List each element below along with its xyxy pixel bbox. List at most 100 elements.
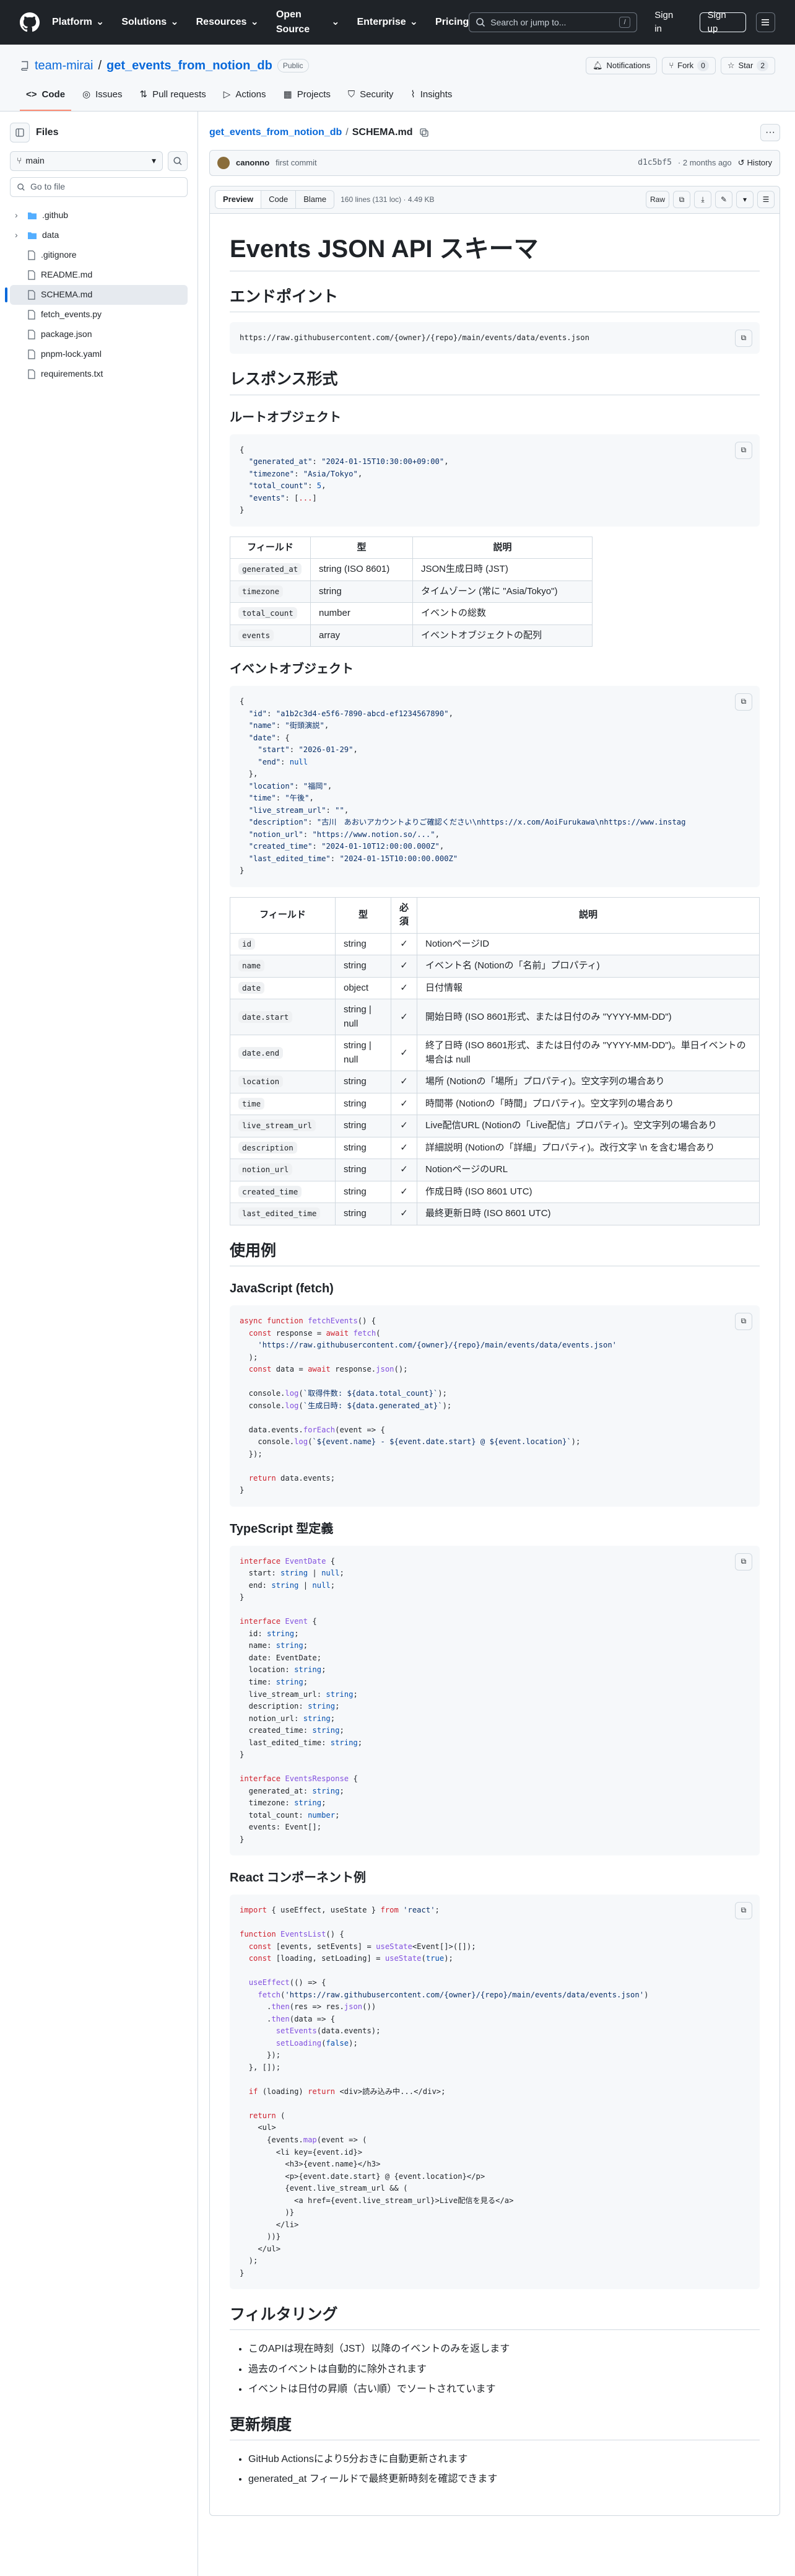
- tab-code[interactable]: <> Code: [20, 83, 72, 111]
- commit-hash[interactable]: d1c5bf5: [638, 157, 672, 169]
- field-required: ✓: [390, 1071, 418, 1093]
- nav-solutions[interactable]: Solutions ⌄: [121, 7, 178, 37]
- field-desc: 詳細説明 (Notionの「詳細」プロパティ)。改行文字 \n を含む場合あり: [417, 1136, 760, 1160]
- copy-icon[interactable]: ⧉: [735, 1902, 752, 1920]
- outline-list-icon[interactable]: ☰: [757, 191, 775, 208]
- table-row: events array イベントオブジェクトの配列: [230, 624, 593, 647]
- copy-icon[interactable]: ⧉: [735, 1553, 752, 1571]
- tab-security[interactable]: ⛉ Security: [342, 83, 399, 111]
- tab-actions[interactable]: ▷ Actions: [217, 83, 272, 111]
- tree-item-gitignore[interactable]: .gitignore: [10, 245, 188, 265]
- tab-issues[interactable]: ◎ Issues: [76, 83, 128, 111]
- commit-message[interactable]: first commit: [276, 157, 316, 169]
- history-button[interactable]: ↺ History: [738, 157, 772, 169]
- tree-item-fetch-events[interactable]: fetch_events.py: [10, 305, 188, 325]
- nav-resources[interactable]: Resources ⌄: [196, 7, 259, 37]
- chevron-down-icon[interactable]: ▾: [736, 191, 754, 208]
- field-cell: description: [230, 1136, 336, 1160]
- commit-author[interactable]: canonno: [236, 157, 269, 169]
- search-files-icon[interactable]: [168, 151, 188, 171]
- blame-tab[interactable]: Blame: [296, 191, 334, 208]
- list-item: generated_at フィールドで最終更新時刻を確認できます: [248, 2470, 760, 2489]
- edit-pencil-icon[interactable]: ✎: [715, 191, 732, 208]
- tree-item-requirements[interactable]: requirements.txt: [10, 364, 188, 384]
- copy-icon[interactable]: ⧉: [735, 693, 752, 711]
- repo-name-link[interactable]: get_events_from_notion_db: [106, 56, 272, 75]
- copy-path-icon[interactable]: [419, 128, 429, 138]
- field-cell: live_stream_url: [230, 1115, 336, 1137]
- fork-button[interactable]: ⑂ Fork 0: [662, 57, 716, 74]
- heading-usage: 使用例: [230, 1242, 760, 1267]
- repo-owner-link[interactable]: team-mirai: [35, 56, 93, 75]
- field-desc: イベント名 (Notionの「名前」プロパティ): [417, 955, 760, 978]
- copy-icon[interactable]: ⧉: [735, 329, 752, 347]
- field-desc: 開始日時 (ISO 8601形式、または日付のみ "YYYY-MM-DD"): [417, 999, 760, 1036]
- nav-open-source[interactable]: Open Source ⌄: [276, 7, 340, 37]
- tree-item-github[interactable]: › .github: [10, 206, 188, 226]
- sign-up-button[interactable]: Sign up: [699, 10, 746, 34]
- field-type: string | null: [335, 1035, 391, 1072]
- table-header: フィールド: [230, 896, 336, 934]
- chevron-down-icon: ⌄: [95, 17, 105, 27]
- tab-pull-requests[interactable]: ⇅ Pull requests: [133, 83, 212, 111]
- breadcrumb-repo-link[interactable]: get_events_from_notion_db: [209, 125, 342, 140]
- repo-tabs: <> Code ◎ Issues ⇅ Pull requests ▷ Actions ▦…: [20, 83, 775, 111]
- github-logo-icon[interactable]: [20, 12, 40, 32]
- tree-item-label: data: [42, 230, 59, 240]
- notifications-button[interactable]: 🔔︎ Notifications: [585, 57, 658, 74]
- file-tree-sidebar: Files ⑂ main ▾ Go to file › .github › data…: [0, 111, 198, 2576]
- list-item-text: このAPIは現在時刻（JST）以降のイベントのみを返します: [248, 2344, 510, 2355]
- tree-item-pnpm-lock[interactable]: pnpm-lock.yaml: [10, 344, 188, 364]
- field-name: name: [238, 960, 265, 972]
- nav-label: Platform: [52, 17, 92, 27]
- star-icon: ☆: [727, 61, 735, 71]
- go-to-file-input[interactable]: Go to file: [10, 177, 188, 197]
- copy-icon[interactable]: ⧉: [735, 441, 752, 459]
- filter-list: このAPIは現在時刻（JST）以降のイベントのみを返します 過去のイベントは自動…: [230, 2340, 760, 2399]
- tree-item-data[interactable]: › data: [10, 226, 188, 245]
- sign-in-link[interactable]: Sign in: [647, 10, 689, 35]
- tab-insights[interactable]: ⌇ Insights: [404, 83, 458, 111]
- heading-endpoint: エンドポイント: [230, 287, 760, 312]
- tab-projects[interactable]: ▦ Projects: [277, 83, 337, 111]
- file-icon: [27, 309, 36, 320]
- nav-platform[interactable]: Platform ⌄: [52, 7, 104, 37]
- folder-icon: [27, 211, 37, 220]
- branch-selector[interactable]: ⑂ main ▾: [10, 151, 163, 171]
- breadcrumb: get_events_from_notion_db / SCHEMA.md ··…: [209, 121, 780, 144]
- copy-icon[interactable]: ⧉: [735, 1313, 752, 1331]
- table-row: location string ✓ 場所 (Notionの「場所」プロパティ)。空文字…: [230, 1071, 760, 1093]
- file-tree: › .github › data .gitignore README.md SCHE…: [5, 206, 188, 384]
- global-search-input[interactable]: Search or jump to... /: [469, 12, 638, 32]
- star-label: Star: [738, 61, 754, 71]
- file-icon: [27, 289, 36, 300]
- tree-item-label: SCHEMA.md: [41, 289, 93, 299]
- tree-item-schema[interactable]: SCHEMA.md: [5, 284, 188, 305]
- latest-commit-bar: canonno first commit d1c5bf5 · 2 months …: [209, 149, 780, 176]
- tree-item-package-json[interactable]: package.json: [10, 325, 188, 344]
- code-block-endpoint: https://raw.githubusercontent.com/{owner…: [230, 322, 760, 354]
- search-icon: [17, 183, 25, 191]
- tree-item-readme[interactable]: README.md: [10, 265, 188, 285]
- code-tab[interactable]: Code: [261, 191, 297, 208]
- menu-icon[interactable]: [755, 12, 775, 32]
- raw-button[interactable]: Raw: [645, 191, 669, 208]
- table-icon: ▦: [283, 89, 292, 100]
- nav-pricing[interactable]: Pricing: [435, 7, 469, 37]
- star-button[interactable]: ☆ Star 2: [720, 57, 775, 74]
- download-icon[interactable]: ⤓: [694, 191, 711, 208]
- field-desc: 時間帯 (Notionの「時間」プロパティ)。空文字列の場合あり: [417, 1092, 760, 1116]
- more-options-icon[interactable]: ···: [760, 123, 780, 141]
- nav-enterprise[interactable]: Enterprise ⌄: [357, 7, 418, 37]
- field-name: id: [238, 937, 256, 950]
- fork-icon: ⑂: [669, 61, 674, 71]
- code-block-react: import { useEffect, useState } from 'rea…: [230, 1895, 760, 2290]
- copy-raw-icon[interactable]: ⧉: [673, 191, 690, 208]
- avatar[interactable]: [217, 156, 230, 169]
- collapse-sidebar-icon[interactable]: [10, 122, 30, 142]
- tab-label: Actions: [235, 89, 266, 100]
- field-desc: 場所 (Notionの「場所」プロパティ)。空文字列の場合あり: [417, 1071, 760, 1093]
- preview-tab[interactable]: Preview: [215, 191, 262, 208]
- nav-label: Solutions: [121, 17, 167, 27]
- field-type: array: [310, 624, 413, 647]
